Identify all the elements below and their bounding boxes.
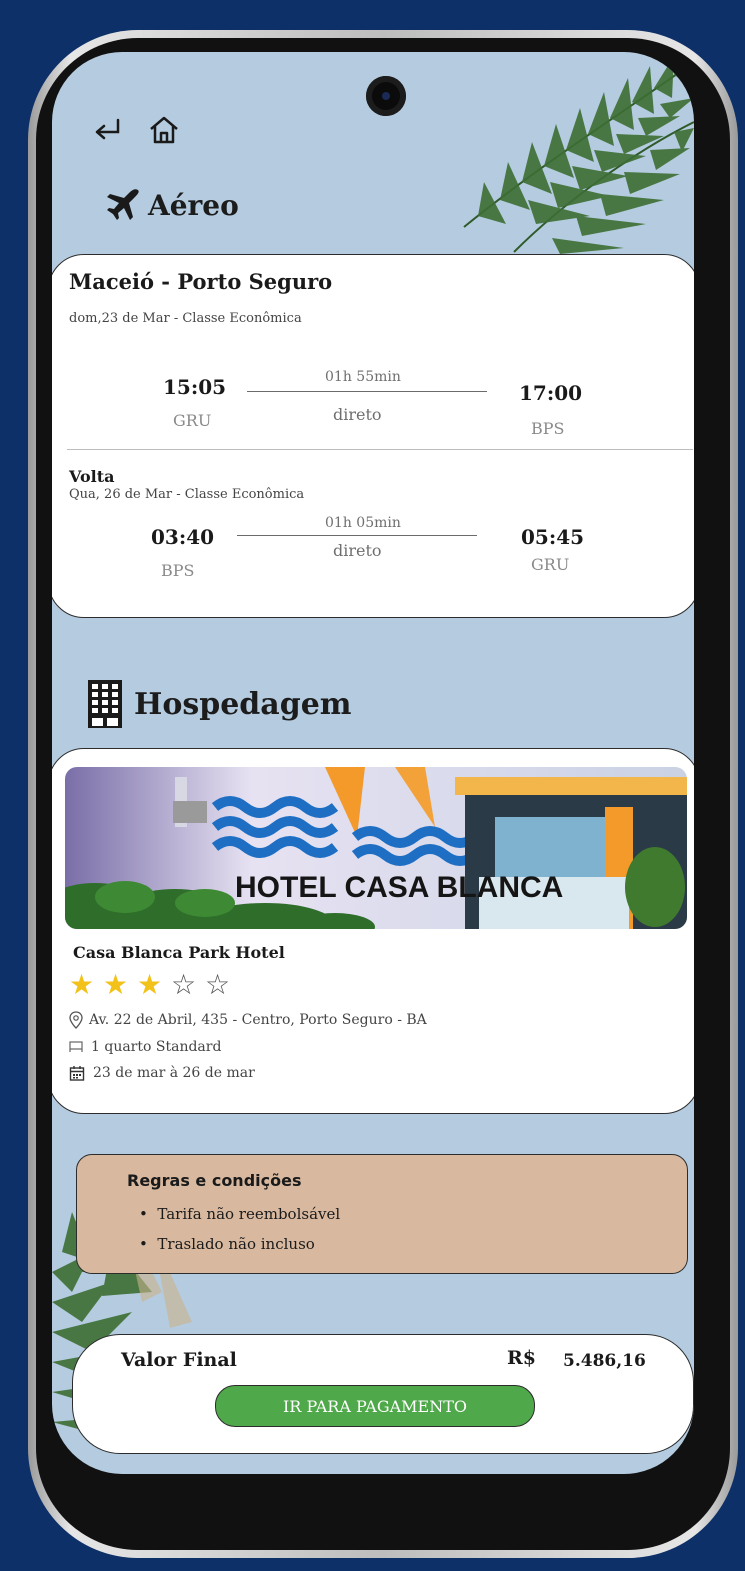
return-arrive-code: GRU <box>531 555 570 574</box>
return-route-line <box>237 535 477 536</box>
outbound-depart-time: 15:05 <box>163 375 227 399</box>
bed-icon <box>69 1041 83 1052</box>
return-depart-time: 03:40 <box>151 525 215 549</box>
home-icon <box>150 116 178 144</box>
hotel-rating: ★ ★ ★ ☆ ☆ <box>69 971 239 999</box>
outbound-duration: 01h 55min <box>325 369 401 385</box>
total-label: Valor Final <box>121 1349 237 1371</box>
outbound-type: direto <box>333 405 382 424</box>
flight-route: Maceió - Porto Seguro <box>69 269 333 294</box>
return-label: Volta <box>69 467 115 486</box>
divider <box>67 449 693 450</box>
building-icon <box>88 680 122 728</box>
hotel-name: Casa Blanca Park Hotel <box>73 943 285 962</box>
star-empty-icon: ☆ <box>205 968 231 1001</box>
home-button[interactable] <box>144 110 184 150</box>
star-filled-icon: ★ <box>103 968 129 1001</box>
total-card: Valor Final R$ 5.486,16 IR PARA PAGAMENT… <box>72 1334 694 1454</box>
rule-item-text: Traslado não incluso <box>157 1235 315 1253</box>
return-duration: 01h 05min <box>325 515 401 531</box>
outbound-route-line <box>247 391 487 392</box>
calendar-icon <box>69 1066 85 1081</box>
hotel-dates: 23 de mar à 26 de mar <box>93 1065 255 1081</box>
return-depart-code: BPS <box>161 561 195 580</box>
outbound-depart-code: GRU <box>173 411 212 430</box>
outbound-subtitle: dom,23 de Mar - Classe Econômica <box>69 311 302 326</box>
rule-item-text: Tarifa não reembolsável <box>157 1205 341 1223</box>
hotel-room-row: 1 quarto Standard <box>69 1039 221 1055</box>
hotel-address-row: Av. 22 de Abril, 435 - Centro, Porto Seg… <box>69 1011 427 1029</box>
total-amount: 5.486,16 <box>563 1351 646 1371</box>
star-filled-icon: ★ <box>137 968 163 1001</box>
rule-item: • Traslado não incluso <box>139 1235 315 1253</box>
return-arrow-icon <box>95 118 120 140</box>
hotel-address: Av. 22 de Abril, 435 - Centro, Porto Seg… <box>89 1012 427 1028</box>
return-subtitle: Qua, 26 de Mar - Classe Econômica <box>69 487 305 502</box>
rule-item: • Tarifa não reembolsável <box>139 1205 341 1223</box>
outbound-arrive-code: BPS <box>531 419 565 438</box>
rules-title: Regras e condições <box>127 1171 302 1190</box>
rules-box: Regras e condições • Tarifa não reembols… <box>76 1154 688 1274</box>
return-arrive-time: 05:45 <box>521 525 585 549</box>
hotel-section-header: Hospedagem <box>86 678 352 730</box>
palm-leaf-decoration <box>463 52 694 254</box>
total-currency: R$ <box>507 1347 537 1369</box>
go-to-payment-button[interactable]: IR PARA PAGAMENTO <box>215 1385 535 1427</box>
hotel-sign-text: HOTEL CASA BLANCA <box>235 871 563 904</box>
return-type: direto <box>333 541 382 560</box>
hotel-room: 1 quarto Standard <box>91 1039 222 1055</box>
front-camera <box>366 76 406 116</box>
air-section-title: Aéreo <box>148 188 239 222</box>
outbound-arrive-time: 17:00 <box>519 381 583 405</box>
location-pin-icon <box>69 1011 83 1029</box>
flight-card[interactable]: Maceió - Porto Seguro dom,23 de Mar - Cl… <box>52 254 694 618</box>
hotel-photo: HOTEL CASA BLANCA <box>65 767 687 929</box>
hotel-card[interactable]: HOTEL CASA BLANCA Casa Blanca Park Hotel… <box>52 748 694 1114</box>
back-button[interactable] <box>90 112 126 148</box>
hotel-dates-row: 23 de mar à 26 de mar <box>69 1065 255 1081</box>
airplane-icon <box>107 189 139 220</box>
app-screen: Aéreo Maceió - Porto Seguro dom,23 de Ma… <box>52 52 694 1474</box>
star-empty-icon: ☆ <box>171 968 197 1001</box>
star-filled-icon: ★ <box>69 968 95 1001</box>
hotel-section-title: Hospedagem <box>134 686 352 722</box>
air-section-header: Aéreo <box>104 186 239 224</box>
